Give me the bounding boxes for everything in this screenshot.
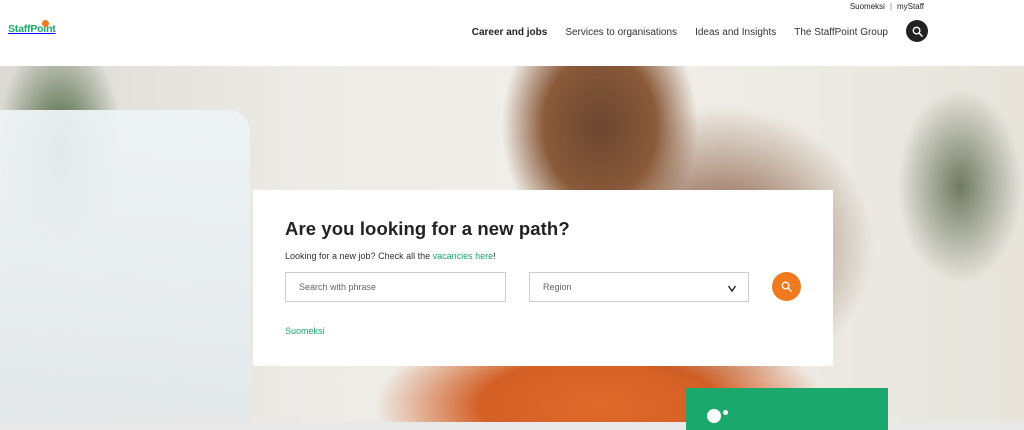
hero-title: Are you looking for a new path? xyxy=(285,218,570,239)
nav-ideas-and-insights[interactable]: Ideas and Insights xyxy=(686,27,785,38)
vacancies-link[interactable]: vacancies here xyxy=(433,251,494,261)
region-value: Region xyxy=(543,282,572,292)
job-search-card: Are you looking for a new path? Looking … xyxy=(253,190,833,366)
brand-small-dot-icon xyxy=(723,410,728,415)
subtitle-text: Looking for a new job? Check all the xyxy=(285,251,433,261)
hero-subtitle: Looking for a new job? Check all the vac… xyxy=(285,251,496,261)
card-language-link[interactable]: Suomeksi xyxy=(285,326,325,336)
main-nav: Career and jobs Services to organisation… xyxy=(463,22,897,42)
region-select[interactable]: Region xyxy=(529,272,749,302)
header-search-button[interactable] xyxy=(906,20,928,42)
search-submit-button[interactable] xyxy=(772,272,801,301)
brand-dot-icon xyxy=(707,409,721,423)
utility-separator: | xyxy=(889,1,893,11)
search-placeholder: Search with phrase xyxy=(299,282,377,292)
staffpoint-logo[interactable]: StaffPoint xyxy=(8,18,56,38)
green-feature-block xyxy=(686,388,888,430)
nav-staffpoint-group[interactable]: The StaffPoint Group xyxy=(785,27,897,38)
search-icon xyxy=(781,281,792,292)
subtitle-end: ! xyxy=(493,251,496,261)
hero-laptop-shape xyxy=(0,110,250,422)
nav-career-and-jobs[interactable]: Career and jobs xyxy=(463,27,557,38)
site-header: Suomeksi | myStaff StaffPoint Career and… xyxy=(0,0,1024,66)
utility-bar: Suomeksi | myStaff xyxy=(850,0,924,12)
language-link[interactable]: Suomeksi xyxy=(850,2,885,11)
logo-dot-icon xyxy=(42,20,49,27)
search-phrase-input[interactable]: Search with phrase xyxy=(285,272,506,302)
nav-services-to-organisations[interactable]: Services to organisations xyxy=(556,27,686,38)
mystaff-link[interactable]: myStaff xyxy=(897,2,924,11)
chevron-down-icon xyxy=(727,285,737,293)
search-icon xyxy=(912,26,923,37)
